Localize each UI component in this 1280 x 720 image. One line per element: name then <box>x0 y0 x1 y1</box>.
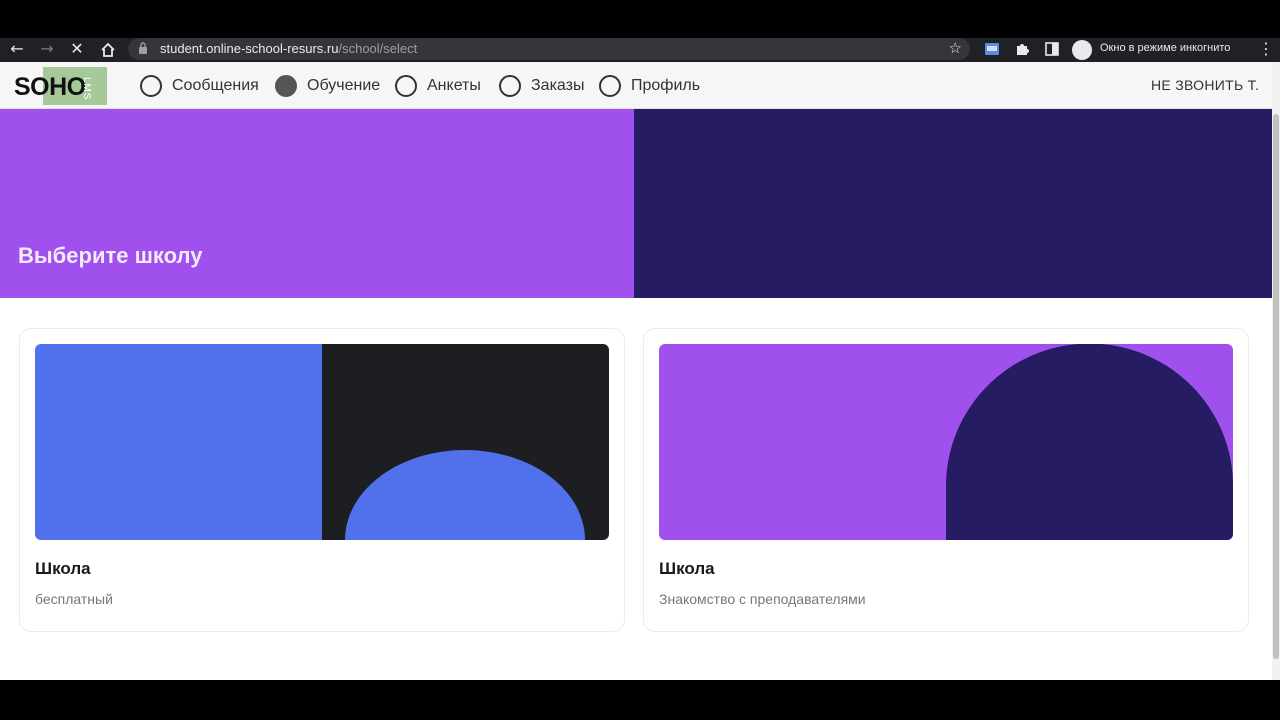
logo-subtext: LMS <box>81 77 92 101</box>
school-card-title: Школа <box>35 559 91 578</box>
scrollbar-thumb[interactable] <box>1273 114 1279 659</box>
cover-illustration <box>35 344 609 540</box>
nav-item-learning[interactable]: Обучение <box>275 74 380 98</box>
lock-icon <box>139 42 147 54</box>
hero-right-panel <box>634 109 1272 298</box>
nav-item-label: Сообщения <box>172 77 259 94</box>
page: SOHO LMS Сообщения Обучение Анкеты Заказ… <box>0 62 1280 680</box>
school-card-cover <box>659 344 1233 540</box>
browser-toolbar: ← → ✕ student.online-school-resurs.ru/sc… <box>0 38 1280 62</box>
nav-circle-icon <box>499 75 521 97</box>
school-card-title: Школа <box>659 559 715 578</box>
school-card-free[interactable]: Школа бесплатный <box>19 328 625 632</box>
school-card-subtitle: бесплатный <box>35 591 113 607</box>
hero-left-panel <box>0 109 634 298</box>
school-card-cover <box>35 344 609 540</box>
stop-loading-icon[interactable]: ✕ <box>65 38 89 62</box>
incognito-label[interactable]: Окно в режиме инкогнито <box>1100 42 1230 54</box>
home-icon[interactable] <box>96 38 120 62</box>
page-scrollbar[interactable] <box>1272 62 1280 680</box>
nav-item-label: Обучение <box>307 77 381 94</box>
nav-circle-icon <box>140 75 162 97</box>
logo-text: SOHO <box>14 73 86 101</box>
nav-circle-icon <box>599 75 621 97</box>
top-navigation: SOHO LMS Сообщения Обучение Анкеты Заказ… <box>0 62 1272 109</box>
nav-circle-icon <box>395 75 417 97</box>
soho-lms-logo[interactable]: SOHO LMS <box>14 67 108 105</box>
page-title: Выберите школу <box>18 243 203 268</box>
nav-item-label: Заказы <box>531 77 585 94</box>
back-arrow-icon[interactable]: ← <box>5 38 29 62</box>
video-letterbox-top <box>0 0 1280 38</box>
puzzle-icon[interactable] <box>1014 41 1030 57</box>
user-name[interactable]: НЕ ЗВОНИТЬ Т. <box>1151 77 1259 93</box>
browser-menu-icon[interactable]: ⋮ <box>1258 38 1274 60</box>
nav-item-label: Профиль <box>631 77 701 94</box>
school-card-subtitle: Знакомство с преподавателями <box>659 591 866 607</box>
url-path: /school/select <box>338 41 418 56</box>
extension-icon[interactable] <box>984 41 1000 57</box>
forward-arrow-icon[interactable]: → <box>35 38 59 62</box>
nav-item-surveys[interactable]: Анкеты <box>395 74 481 98</box>
nav-item-profile[interactable]: Профиль <box>599 74 700 98</box>
side-panel-icon[interactable] <box>1044 41 1060 57</box>
video-letterbox-bottom <box>0 680 1280 720</box>
nav-item-orders[interactable]: Заказы <box>499 74 584 98</box>
url-host: student.online-school-resurs.ru <box>160 41 339 56</box>
address-bar[interactable]: student.online-school-resurs.ru/school/s… <box>128 38 970 60</box>
bookmark-star-icon[interactable]: ☆ <box>949 39 962 57</box>
nav-item-label: Анкеты <box>427 77 481 94</box>
incognito-icon[interactable] <box>1072 40 1092 60</box>
school-card-meet-teachers[interactable]: Школа Знакомство с преподавателями <box>643 328 1249 632</box>
nav-item-messages[interactable]: Сообщения <box>140 74 259 98</box>
url-text: student.online-school-resurs.ru/school/s… <box>160 41 417 56</box>
nav-circle-filled-icon <box>275 75 297 97</box>
cover-illustration <box>659 344 1233 540</box>
hero-banner: Выберите школу <box>0 109 1272 298</box>
